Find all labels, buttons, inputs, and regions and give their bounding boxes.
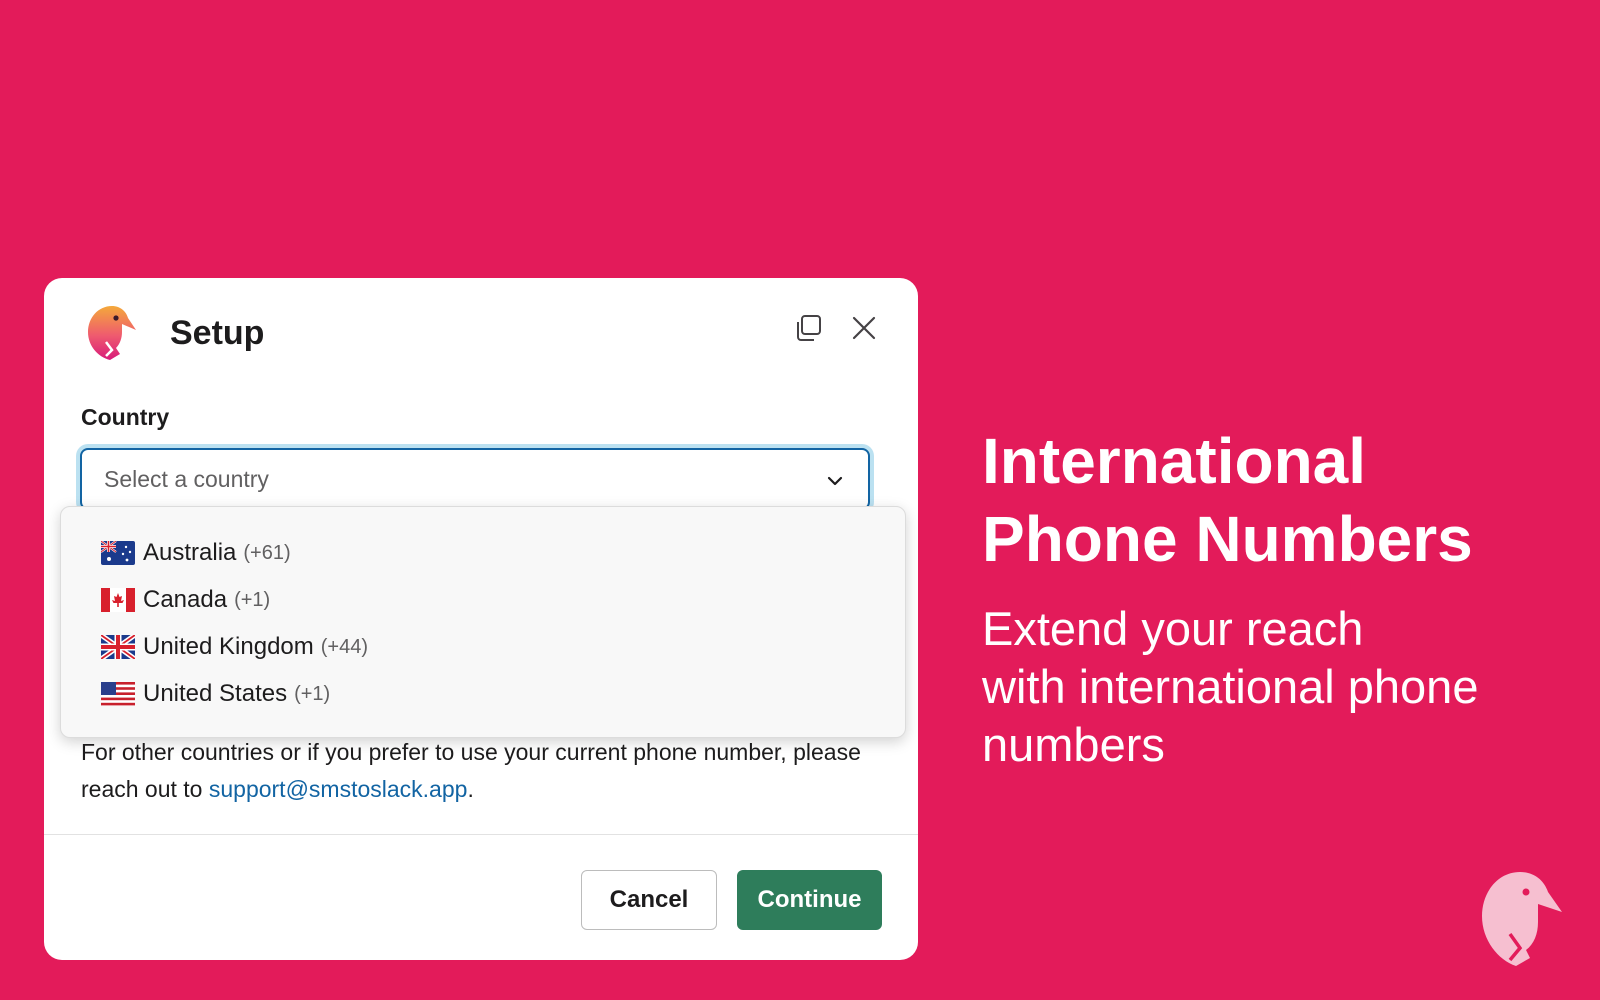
country-code: (+44): [320, 635, 369, 658]
continue-button[interactable]: Continue: [737, 870, 882, 930]
country-option-united-states[interactable]: United States (+1): [101, 672, 330, 716]
brand-logo-icon: [1482, 872, 1562, 966]
help-text: For other countries or if you prefer to …: [81, 734, 881, 808]
promo-subline: Extend your reach with international pho…: [982, 602, 1479, 771]
chevron-down-icon: [827, 476, 843, 486]
cancel-button[interactable]: Cancel: [581, 870, 717, 930]
country-label: Country: [81, 404, 170, 430]
modal-title: Setup: [170, 314, 265, 352]
help-text-end: .: [467, 776, 474, 802]
country-code: (+1): [234, 588, 271, 611]
country-option-australia[interactable]: Australia (+61): [101, 531, 291, 575]
support-email-link[interactable]: support@smstoslack.app: [209, 776, 468, 802]
country-name: Australia: [143, 539, 237, 566]
footer-divider: [44, 834, 918, 835]
australia-flag-icon: [101, 541, 135, 565]
popout-icon: [797, 315, 821, 341]
setup-modal: Setup Country Select a country Australia…: [44, 278, 918, 960]
country-select-placeholder: Select a country: [104, 466, 269, 492]
country-option-canada[interactable]: Canada (+1): [101, 578, 270, 622]
close-icon: [852, 316, 876, 340]
country-option-united-kingdom[interactable]: United Kingdom (+44): [101, 625, 368, 669]
app-logo-icon: [88, 306, 136, 360]
country-dropdown-menu: Australia (+61) Canada (+1) United Kingd…: [60, 506, 906, 738]
close-button[interactable]: [844, 308, 884, 348]
country-name: United States: [143, 680, 288, 707]
uk-flag-icon: [101, 635, 135, 659]
promo-canvas: Setup Country Select a country Australia…: [0, 0, 1600, 1000]
country-name: Canada: [143, 586, 228, 613]
canada-flag-icon: [101, 588, 135, 612]
us-flag-icon: [101, 682, 135, 706]
country-select[interactable]: Select a country: [80, 448, 870, 510]
popout-button[interactable]: [788, 308, 828, 348]
country-code: (+1): [294, 682, 331, 705]
promo-headline: International Phone Numbers: [982, 425, 1473, 575]
country-name: United Kingdom: [143, 633, 314, 660]
country-code: (+61): [243, 541, 291, 564]
modal-header: Setup: [44, 278, 918, 388]
